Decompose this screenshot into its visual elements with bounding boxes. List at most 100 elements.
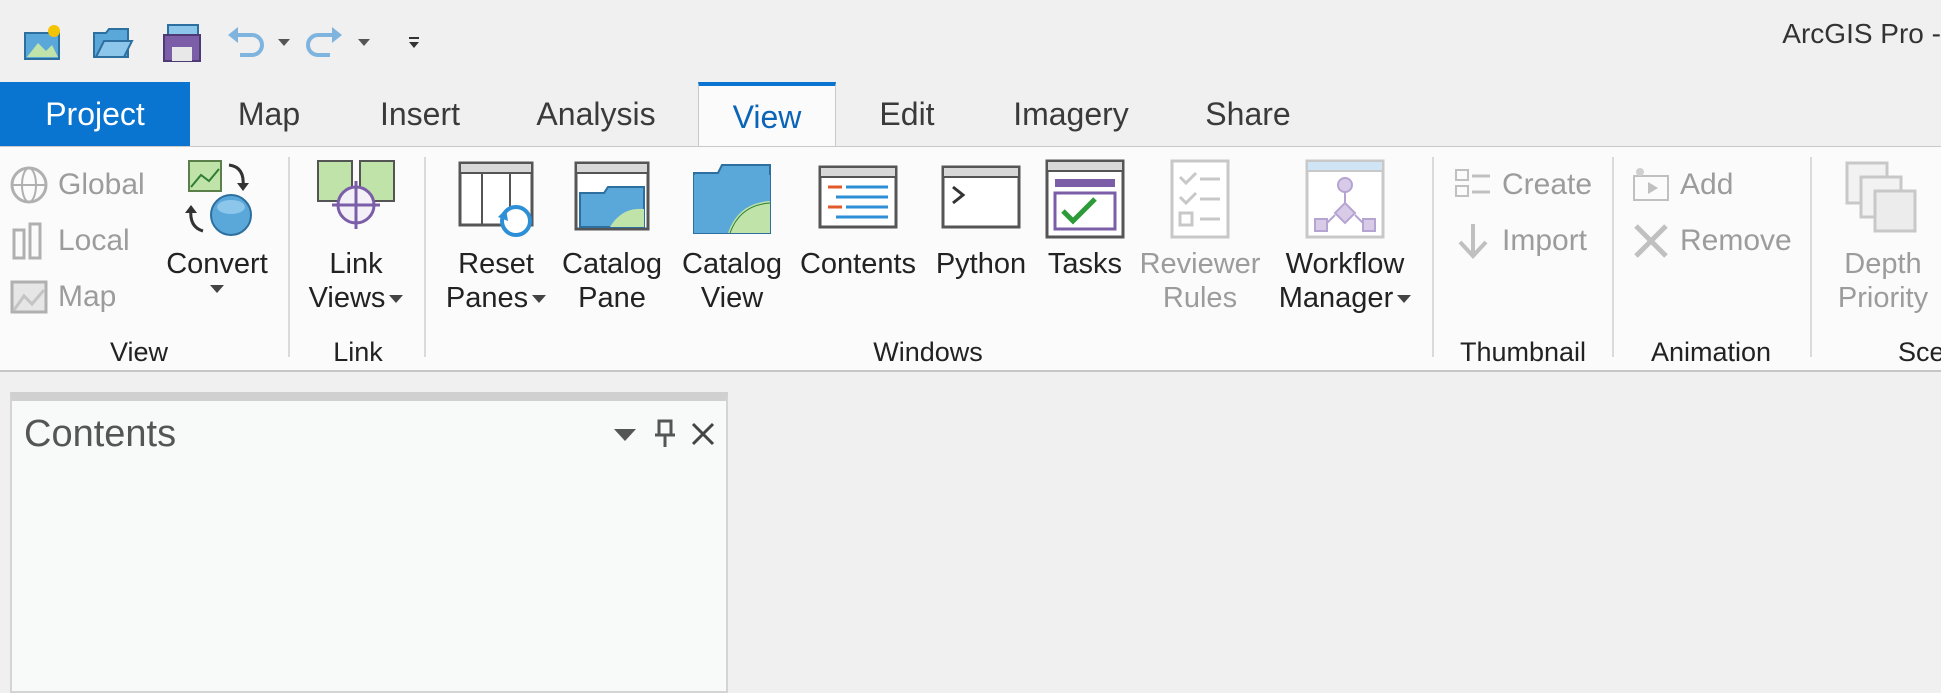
thumbnail-group-label: Thumbnail: [1459, 337, 1587, 367]
pin-icon[interactable]: [650, 419, 680, 449]
contents-pane: Contents: [10, 392, 728, 693]
link-views-label-2: Views: [308, 282, 386, 314]
group-divider: [1810, 157, 1812, 357]
global-button[interactable]: Global: [8, 161, 145, 209]
contents-label: Contents: [799, 248, 917, 280]
chevron-down-icon: [389, 295, 404, 304]
link-views-button[interactable]: Link Views: [306, 157, 406, 315]
depth-priority-label-2: Priority: [1837, 282, 1929, 314]
contents-pane-title: Contents: [24, 413, 177, 455]
catalog-pane-icon: [574, 161, 650, 231]
new-project-icon: [24, 25, 60, 60]
map-button[interactable]: Map: [8, 273, 116, 321]
tab-edit[interactable]: Edit: [870, 82, 944, 146]
catalog-view-label-2: View: [700, 282, 764, 314]
reset-panes-button[interactable]: Reset Panes: [445, 157, 547, 315]
link-group-label: Link: [333, 337, 383, 367]
workflow-manager-icon: [1305, 159, 1385, 239]
tab-insert[interactable]: Insert: [366, 82, 474, 146]
group-divider: [1432, 157, 1434, 357]
pane-options-icon[interactable]: [610, 419, 640, 449]
chevron-down-icon: [532, 295, 547, 304]
redo-dropdown-icon[interactable]: [356, 34, 372, 50]
local-scene-icon: [12, 222, 42, 260]
catalog-view-label-1: Catalog: [682, 248, 782, 280]
redo-button[interactable]: [300, 18, 348, 68]
workflow-manager-label-1: Workflow: [1285, 248, 1405, 280]
group-divider: [1612, 157, 1614, 357]
reset-panes-icon: [458, 161, 534, 237]
workflow-manager-button[interactable]: Workflow Manager: [1272, 157, 1418, 315]
undo-dropdown-icon[interactable]: [276, 34, 292, 50]
contents-button[interactable]: Contents: [796, 157, 920, 281]
remove-animation-button[interactable]: Remove: [1630, 217, 1792, 265]
catalog-view-button[interactable]: Catalog View: [680, 157, 784, 315]
reviewer-rules-label-1: Reviewer: [1139, 248, 1261, 280]
tab-share[interactable]: Share: [1200, 82, 1296, 146]
animation-group-label: Animation: [1650, 337, 1772, 367]
convert-label: Convert: [166, 248, 268, 280]
undo-button[interactable]: [222, 18, 270, 68]
view-group-label: View: [109, 337, 169, 367]
import-label: Import: [1502, 224, 1588, 257]
map-icon: [10, 280, 48, 314]
link-views-label-1: Link: [329, 248, 383, 280]
add-keyframe-icon: [1633, 168, 1669, 201]
tasks-button[interactable]: Tasks: [1040, 157, 1130, 281]
reset-panes-label-1: Reset: [458, 248, 534, 280]
python-button[interactable]: Python: [930, 157, 1032, 281]
quick-access-toolbar: ArcGIS Pro -: [0, 0, 1941, 82]
app-title: ArcGIS Pro -: [1782, 18, 1941, 49]
convert-button[interactable]: Convert: [164, 157, 270, 293]
depth-priority-label-1: Depth: [1844, 248, 1922, 280]
undo-icon: [228, 27, 264, 57]
tasks-icon: [1045, 159, 1125, 239]
customize-toolbar-icon[interactable]: [406, 34, 422, 50]
tab-view[interactable]: View: [698, 82, 836, 148]
import-thumbnail-button[interactable]: Import: [1452, 217, 1587, 265]
close-icon: [1634, 224, 1668, 258]
save-project-button[interactable]: [158, 18, 206, 68]
add-animation-button[interactable]: Add: [1630, 161, 1733, 209]
global-label: Global: [58, 168, 145, 201]
python-label: Python: [935, 248, 1027, 280]
catalog-view-icon: [693, 164, 771, 234]
tab-imagery[interactable]: Imagery: [1004, 82, 1138, 146]
catalog-pane-button[interactable]: Catalog Pane: [560, 157, 664, 315]
chevron-down-icon: [1397, 295, 1412, 304]
chevron-down-icon: [209, 285, 224, 293]
remove-label: Remove: [1680, 224, 1792, 257]
depth-priority-button[interactable]: Depth Priority: [1828, 157, 1938, 315]
reset-panes-label-2: Panes: [445, 282, 529, 314]
contents-icon: [818, 165, 898, 229]
convert-icon: [185, 160, 252, 236]
tasks-label: Tasks: [1047, 248, 1123, 280]
create-thumbnail-button[interactable]: Create: [1452, 161, 1592, 209]
tab-analysis[interactable]: Analysis: [526, 82, 666, 146]
depth-priority-icon: [1845, 161, 1917, 233]
redo-icon: [306, 27, 342, 57]
ribbon: Global Local Map Convert View Link Views…: [0, 146, 1941, 372]
catalog-pane-label-1: Catalog: [562, 248, 662, 280]
reviewer-rules-label-2: Rules: [1162, 282, 1238, 314]
reviewer-rules-icon: [1170, 159, 1230, 239]
import-arrow-icon: [1458, 224, 1488, 259]
open-project-button[interactable]: [88, 18, 136, 68]
local-button[interactable]: Local: [8, 217, 130, 265]
workflow-manager-label-2: Manager: [1278, 282, 1394, 314]
reviewer-rules-button[interactable]: Reviewer Rules: [1138, 157, 1262, 315]
create-thumbnail-icon: [1455, 169, 1490, 197]
map-label: Map: [58, 280, 117, 313]
scene-group-label: Sce: [1898, 337, 1941, 367]
link-views-icon: [317, 160, 395, 229]
group-divider: [288, 157, 290, 357]
tab-project[interactable]: Project: [0, 82, 190, 146]
new-project-button[interactable]: [20, 18, 68, 68]
catalog-pane-label-2: Pane: [578, 282, 646, 314]
open-project-icon: [93, 28, 134, 58]
tab-map[interactable]: Map: [214, 82, 324, 146]
local-label: Local: [58, 224, 130, 257]
add-label: Add: [1680, 168, 1734, 201]
close-icon[interactable]: [688, 419, 718, 449]
ribbon-tabs: Project Map Insert Analysis View Edit Im…: [0, 82, 1941, 148]
